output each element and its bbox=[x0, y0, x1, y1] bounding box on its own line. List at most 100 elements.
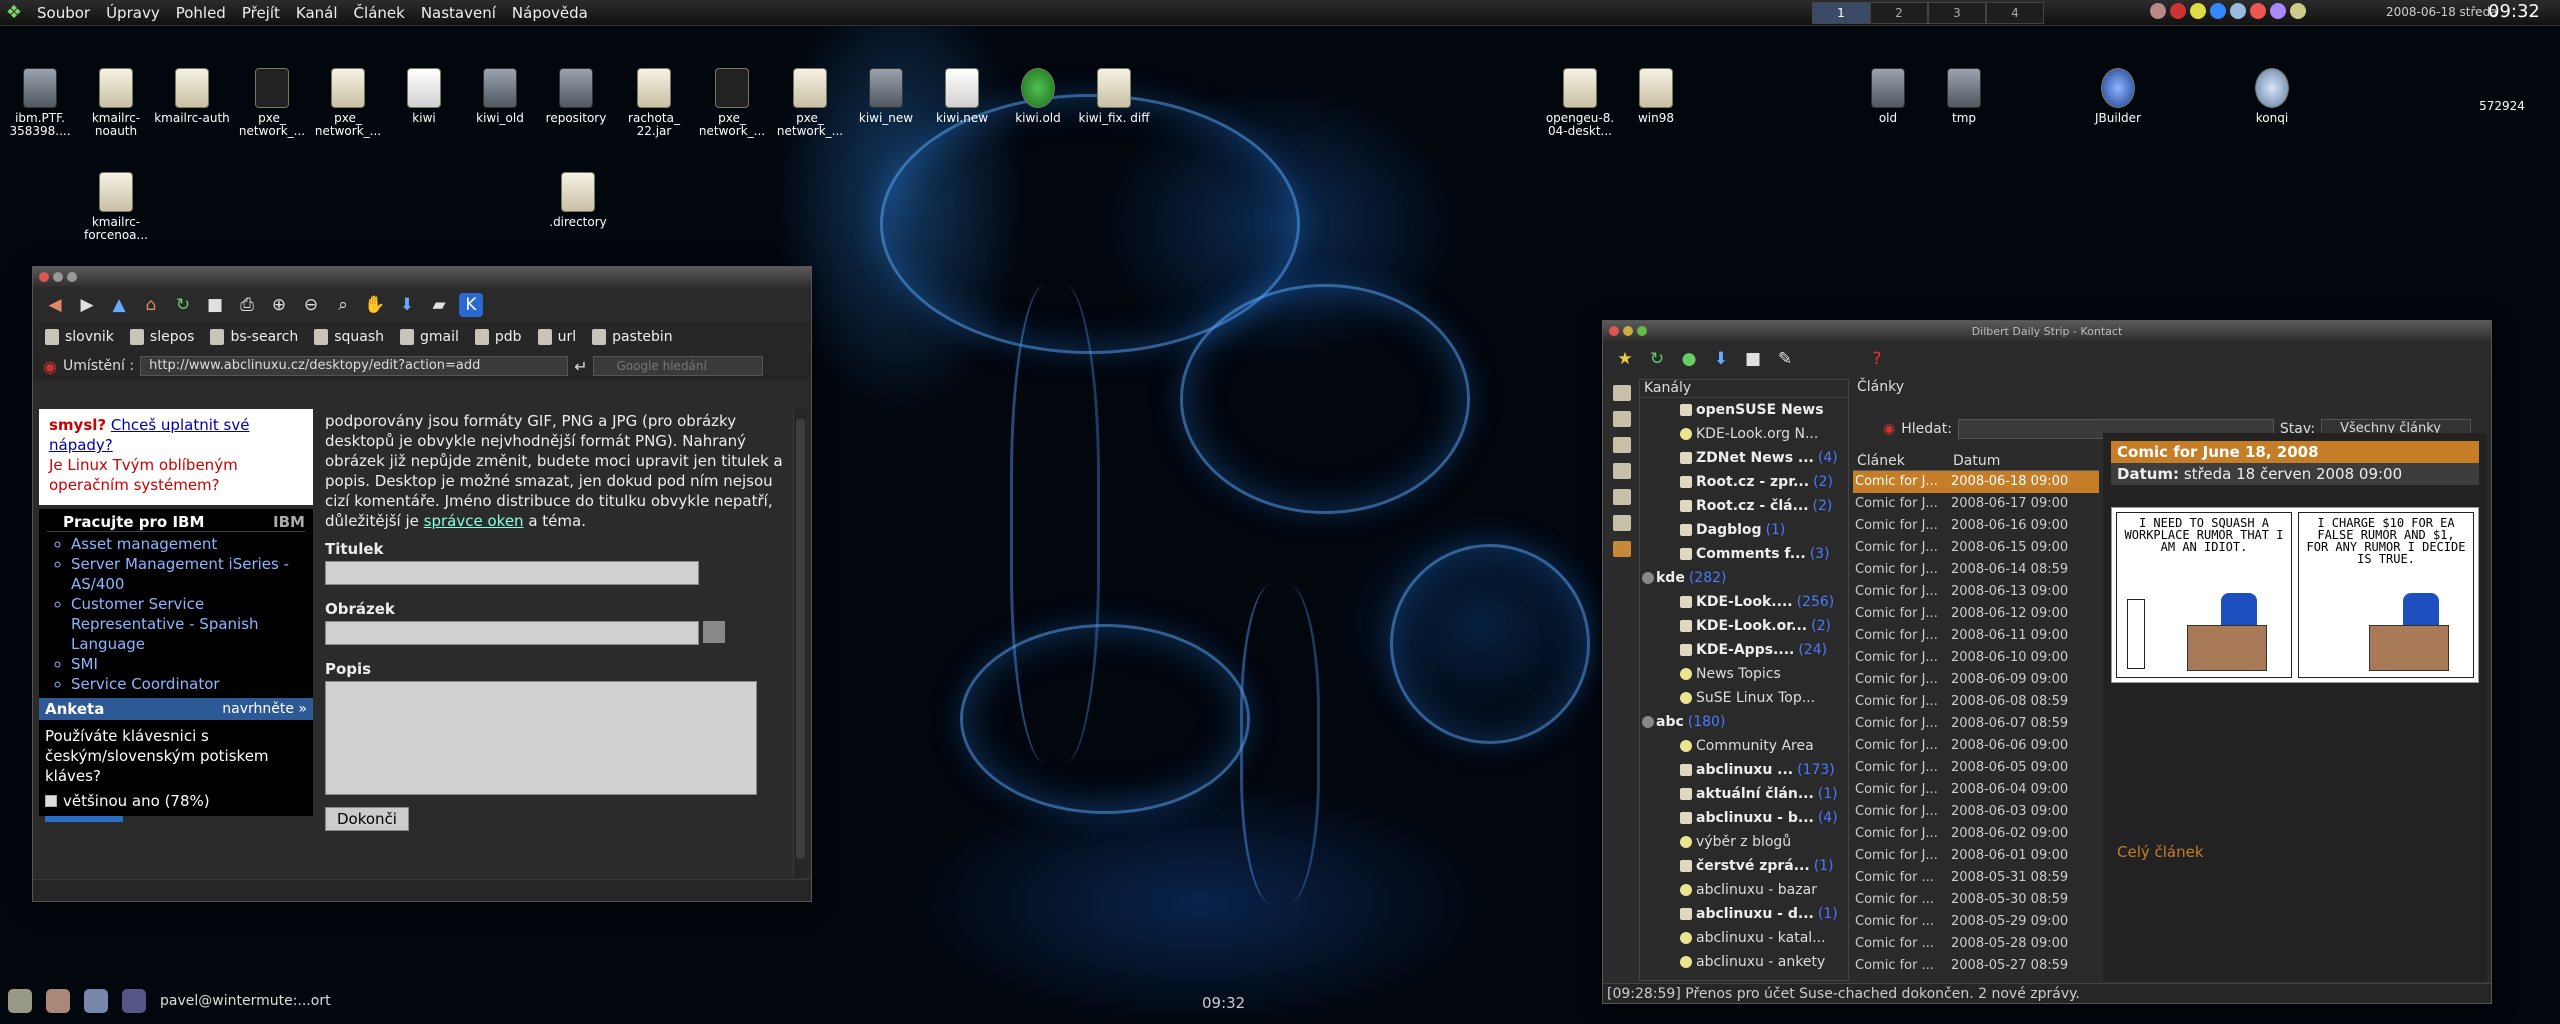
launcher-icon[interactable] bbox=[122, 989, 146, 1013]
desktop-icon-kiwi-old-link[interactable]: kiwi.old bbox=[1000, 68, 1076, 125]
feed-item[interactable]: abclinuxu - katal... bbox=[1640, 926, 1848, 950]
job-link[interactable]: Customer Service Representative - Spanis… bbox=[71, 594, 305, 654]
feed-item[interactable]: Dagblog (1) bbox=[1640, 518, 1848, 542]
zoom-in-icon[interactable]: ⊕ bbox=[267, 293, 291, 317]
forward-icon[interactable]: ▶ bbox=[75, 293, 99, 317]
feed-item[interactable]: KDE-Apps.... (24) bbox=[1640, 638, 1848, 662]
article-row[interactable]: Comic for J... 2008-06-01 09:00 bbox=[1853, 845, 2099, 867]
stop-icon[interactable]: ■ bbox=[203, 293, 227, 317]
mail-icon[interactable] bbox=[2190, 3, 2206, 19]
menu-napoveda[interactable]: Nápověda bbox=[504, 4, 596, 22]
pager-desktop-2[interactable]: 2 bbox=[1870, 2, 1928, 24]
feed-item[interactable]: Community Area bbox=[1640, 734, 1848, 758]
kde-logo-icon[interactable]: K bbox=[459, 293, 483, 317]
print-icon[interactable]: ⎙ bbox=[235, 293, 259, 317]
launcher-icon[interactable] bbox=[84, 989, 108, 1013]
feed-item[interactable]: abc (180) bbox=[1640, 710, 1848, 734]
konqueror-titlebar[interactable] bbox=[33, 267, 811, 287]
bookmark-slovnik[interactable]: slovnik bbox=[45, 329, 114, 345]
desktop-icon-ibm-ptf[interactable]: ibm.PTF. 358398.... bbox=[2, 68, 78, 138]
desktop-icon-directory[interactable]: .directory bbox=[540, 172, 616, 229]
bookmark-pdb[interactable]: pdb bbox=[474, 329, 522, 345]
desktop-icon-konqi[interactable]: konqi bbox=[2234, 68, 2310, 125]
bookmark-gmail[interactable]: gmail bbox=[400, 329, 459, 345]
full-article-link[interactable]: Celý článek bbox=[2117, 843, 2204, 861]
zoom-out-icon[interactable]: ⊖ bbox=[299, 293, 323, 317]
menu-upravy[interactable]: Úpravy bbox=[98, 4, 168, 22]
feed-item[interactable]: Root.cz - zpr... (2) bbox=[1640, 470, 1848, 494]
desktop-icon-pxe-network-1[interactable]: pxe_ network_... bbox=[234, 68, 310, 138]
job-link[interactable]: SMI bbox=[71, 654, 305, 674]
url-input[interactable]: http://www.abclinuxu.cz/desktopy/edit?ac… bbox=[140, 356, 569, 376]
col-article[interactable]: Článek bbox=[1853, 453, 1953, 470]
help-icon[interactable]: ? bbox=[1865, 347, 1889, 371]
network-icon[interactable] bbox=[2210, 3, 2226, 19]
bookmark-squash[interactable]: squash bbox=[314, 329, 384, 345]
article-row[interactable]: Comic for J... 2008-06-04 09:00 bbox=[1853, 779, 2099, 801]
up-icon[interactable]: ▲ bbox=[107, 293, 131, 317]
contacts-icon[interactable] bbox=[1613, 437, 1631, 453]
desktop-icon-win98[interactable]: win98 bbox=[1618, 68, 1694, 125]
pager-desktop-1[interactable]: 1 bbox=[1812, 2, 1870, 24]
feed-item[interactable]: aktuální člán... (1) bbox=[1640, 782, 1848, 806]
article-row[interactable]: Comic for J... 2008-06-18 09:00 bbox=[1853, 471, 2099, 493]
back-icon[interactable]: ◀ bbox=[43, 293, 67, 317]
article-row[interactable]: Comic for J... 2008-06-17 09:00 bbox=[1853, 493, 2099, 515]
home-icon[interactable]: ⌂ bbox=[139, 293, 163, 317]
article-row[interactable]: Comic for ... 2008-05-29 09:00 bbox=[1853, 911, 2099, 933]
desktop-icon-kiwi-new-folder[interactable]: kiwi_new bbox=[848, 68, 924, 125]
desktop-icon-opengeu[interactable]: opengeu-8. 04-deskt... bbox=[1542, 68, 1618, 138]
panel-date[interactable]: 2008-06-18 středa bbox=[2386, 5, 2498, 19]
article-row[interactable]: Comic for ... 2008-05-30 08:59 bbox=[1853, 889, 2099, 911]
article-row[interactable]: Comic for J... 2008-06-16 09:00 bbox=[1853, 515, 2099, 537]
minimize-icon[interactable] bbox=[53, 272, 63, 282]
feed-item[interactable]: Comments f... (3) bbox=[1640, 542, 1848, 566]
launcher-icon[interactable] bbox=[46, 989, 70, 1013]
feed-item[interactable]: Root.cz - člá... (2) bbox=[1640, 494, 1848, 518]
job-link[interactable]: Service Coordinator bbox=[71, 674, 305, 694]
fetch-all-icon[interactable]: ★ bbox=[1613, 347, 1637, 371]
panel-clock[interactable]: 09:32 bbox=[2488, 1, 2540, 22]
feed-item[interactable]: ZDNet News ... (4) bbox=[1640, 446, 1848, 470]
pager-desktop-3[interactable]: 3 bbox=[1928, 2, 1986, 24]
notes-icon[interactable] bbox=[1613, 411, 1631, 427]
desktop-icon-jbuilder[interactable]: JBuilder bbox=[2080, 68, 2156, 125]
article-row[interactable]: Comic for J... 2008-06-06 09:00 bbox=[1853, 735, 2099, 757]
article-row[interactable]: Comic for ... 2008-05-28 09:00 bbox=[1853, 933, 2099, 955]
article-row[interactable]: Comic for J... 2008-06-11 09:00 bbox=[1853, 625, 2099, 647]
vertical-scrollbar[interactable] bbox=[793, 409, 807, 877]
feed-item[interactable]: KDE-Look.or... (2) bbox=[1640, 614, 1848, 638]
journal-icon[interactable] bbox=[1613, 489, 1631, 505]
feed-item[interactable]: KDE-Look.... (256) bbox=[1640, 590, 1848, 614]
bookmark-bs-search[interactable]: bs-search bbox=[210, 329, 298, 345]
app-menu-icon[interactable]: ❖ bbox=[3, 2, 25, 24]
calendar-icon[interactable] bbox=[1613, 463, 1631, 479]
col-date[interactable]: Datum bbox=[1953, 453, 2000, 470]
feed-item[interactable]: výběr z blogů bbox=[1640, 830, 1848, 854]
volume-icon[interactable] bbox=[2230, 3, 2246, 19]
fetch-feed-icon[interactable]: ↻ bbox=[1645, 347, 1669, 371]
update-icon[interactable] bbox=[2250, 3, 2266, 19]
article-row[interactable]: Comic for J... 2008-06-14 08:59 bbox=[1853, 559, 2099, 581]
pager-desktop-4[interactable]: 4 bbox=[1986, 2, 2044, 24]
browse-file-icon[interactable] bbox=[703, 621, 725, 643]
window-manager-link[interactable]: správce oken bbox=[424, 512, 524, 530]
article-row[interactable]: Comic for J... 2008-06-09 09:00 bbox=[1853, 669, 2099, 691]
todo-icon[interactable] bbox=[1613, 515, 1631, 531]
bookmark-pastebin[interactable]: pastebin bbox=[592, 329, 673, 345]
close-icon[interactable] bbox=[39, 272, 49, 282]
job-link[interactable]: Asset management bbox=[71, 534, 305, 554]
article-row[interactable]: Comic for J... 2008-06-02 09:00 bbox=[1853, 823, 2099, 845]
feed-item[interactable]: kde (282) bbox=[1640, 566, 1848, 590]
feed-item[interactable]: abclinuxu - ankety bbox=[1640, 950, 1848, 974]
download-icon[interactable]: ⬇ bbox=[395, 293, 419, 317]
google-search-input[interactable]: Google hledání bbox=[593, 356, 764, 376]
feed-item[interactable]: abclinuxu - bazar bbox=[1640, 878, 1848, 902]
go-icon[interactable]: ↵ bbox=[574, 357, 587, 376]
article-row[interactable]: Comic for J... 2008-06-12 09:00 bbox=[1853, 603, 2099, 625]
article-heading[interactable]: Comic for June 18, 2008 bbox=[2111, 441, 2479, 463]
reload-icon[interactable]: ↻ bbox=[171, 293, 195, 317]
menu-prejit[interactable]: Přejít bbox=[234, 4, 288, 22]
download-icon[interactable]: ⬇ bbox=[1709, 347, 1733, 371]
desktop-icon-rachota[interactable]: rachota_ 22.jar bbox=[616, 68, 692, 138]
